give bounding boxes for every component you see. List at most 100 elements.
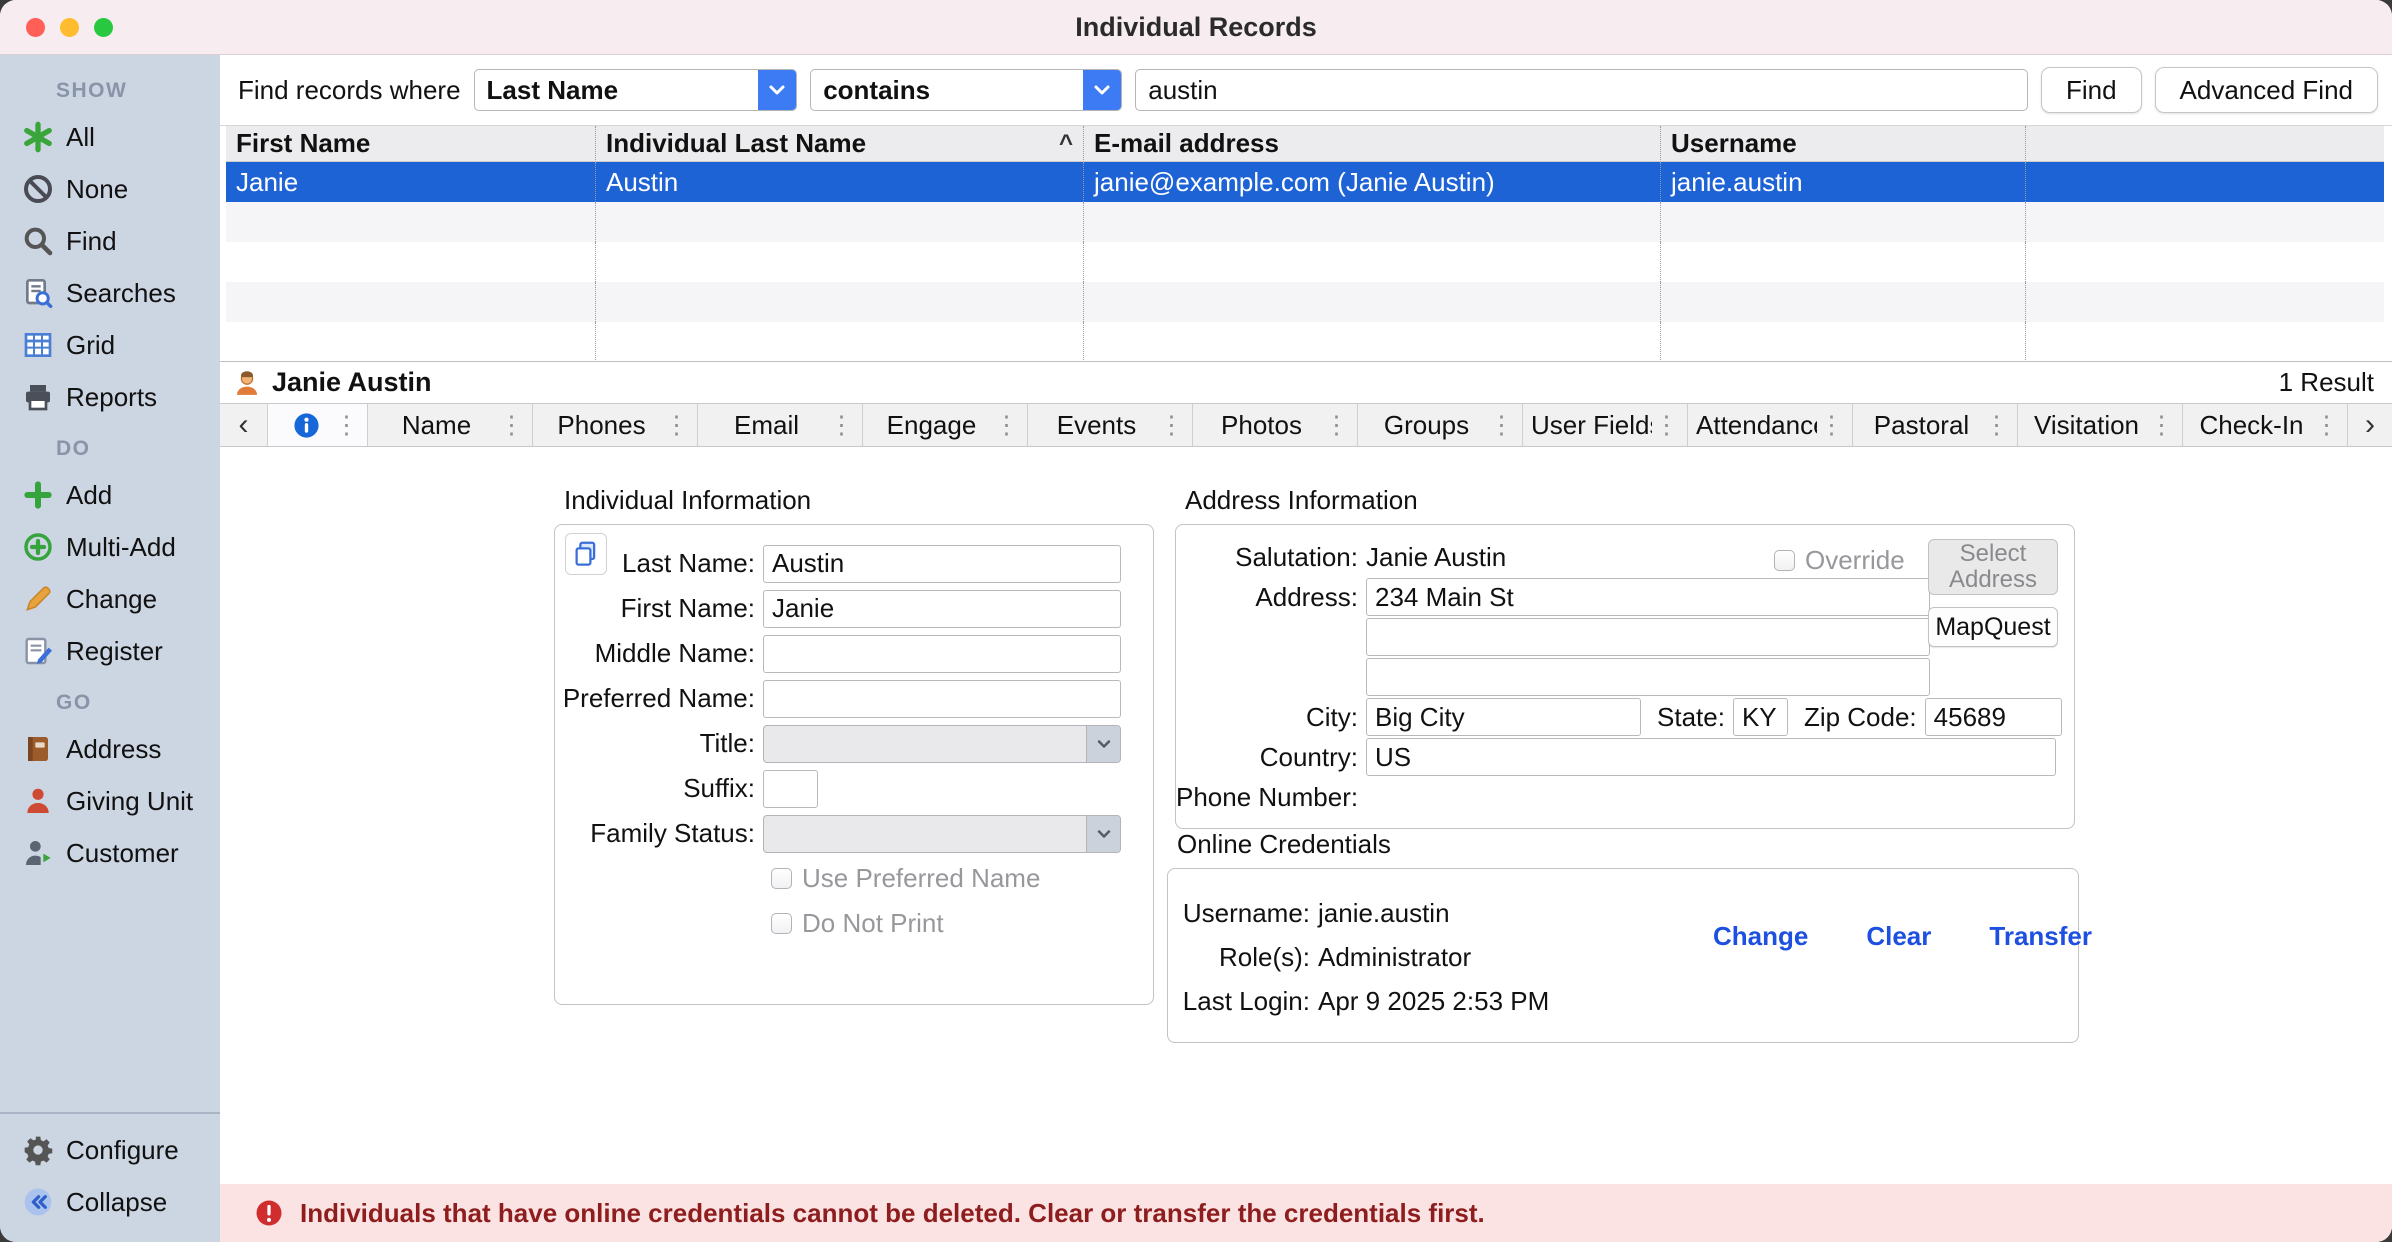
minimize-window-button[interactable] bbox=[60, 18, 79, 37]
first-name-input[interactable] bbox=[763, 590, 1121, 628]
sidebar-item-all[interactable]: All bbox=[0, 111, 220, 163]
tab-attendance[interactable]: Attendance⋮ bbox=[1688, 404, 1853, 446]
chevron-down-icon bbox=[758, 69, 796, 111]
column-header-username[interactable]: Username bbox=[1661, 126, 2026, 162]
sort-asc-icon: ^ bbox=[1059, 130, 1073, 158]
city-input[interactable] bbox=[1366, 698, 1641, 736]
suffix-input[interactable] bbox=[763, 770, 818, 808]
zip-code-input[interactable] bbox=[1925, 698, 2062, 736]
table-empty-row[interactable] bbox=[226, 282, 2384, 322]
phone-number-label: Phone Number: bbox=[1176, 782, 1366, 813]
advanced-find-button[interactable]: Advanced Find bbox=[2155, 67, 2378, 113]
tab-menu-icon[interactable]: ⋮ bbox=[827, 410, 856, 440]
tab-menu-icon[interactable]: ⋮ bbox=[1157, 410, 1186, 440]
tab-menu-icon[interactable]: ⋮ bbox=[497, 410, 526, 440]
select-address-button[interactable]: Select Address bbox=[1928, 539, 2058, 595]
sidebar-item-collapse[interactable]: Collapse bbox=[0, 1176, 220, 1228]
tab-events[interactable]: Events⋮ bbox=[1028, 404, 1193, 446]
tab-engage[interactable]: Engage⋮ bbox=[863, 404, 1028, 446]
tab-menu-icon[interactable]: ⋮ bbox=[662, 410, 691, 440]
warning-text: Individuals that have online credentials… bbox=[300, 1198, 1485, 1229]
last-name-input[interactable] bbox=[763, 545, 1121, 583]
sidebar-section-show: SHOW bbox=[0, 65, 220, 111]
tab-menu-icon[interactable]: ⋮ bbox=[1487, 410, 1516, 440]
change-credentials-link[interactable]: Change bbox=[1713, 921, 1808, 952]
mapquest-button[interactable]: MapQuest bbox=[1928, 607, 2058, 647]
transfer-credentials-link[interactable]: Transfer bbox=[1989, 921, 2092, 952]
column-header-last-name[interactable]: Individual Last Name^ bbox=[596, 126, 1084, 162]
preferred-name-input[interactable] bbox=[763, 680, 1121, 718]
address-line2-input[interactable] bbox=[1366, 618, 1930, 656]
online-credentials-group: Online Credentials Username: janie.austi… bbox=[1167, 829, 2079, 1043]
cell-first-name: Janie bbox=[226, 162, 596, 202]
cell-username: janie.austin bbox=[1661, 162, 2026, 202]
find-button[interactable]: Find bbox=[2041, 67, 2142, 113]
tabs-scroll-right-button[interactable]: › bbox=[2348, 404, 2392, 446]
sidebar-item-find[interactable]: Find bbox=[0, 215, 220, 267]
sidebar-item-multi-add[interactable]: Multi-Add bbox=[0, 521, 220, 573]
sidebar-item-configure[interactable]: Configure bbox=[0, 1124, 220, 1176]
tab-photos[interactable]: Photos⋮ bbox=[1193, 404, 1358, 446]
tab-email[interactable]: Email⋮ bbox=[698, 404, 863, 446]
sidebar-item-reports[interactable]: Reports bbox=[0, 371, 220, 423]
table-empty-row[interactable] bbox=[226, 202, 2384, 242]
sidebar-item-label: All bbox=[66, 122, 95, 153]
tab-menu-icon[interactable]: ⋮ bbox=[2147, 410, 2176, 440]
sidebar-item-none[interactable]: None bbox=[0, 163, 220, 215]
tab-name[interactable]: Name⋮ bbox=[368, 404, 533, 446]
group-title: Address Information bbox=[1175, 485, 2075, 516]
zoom-window-button[interactable] bbox=[94, 18, 113, 37]
override-control: Override bbox=[1774, 545, 1905, 576]
middle-name-input[interactable] bbox=[763, 635, 1121, 673]
tab-menu-icon[interactable]: ⋮ bbox=[1817, 410, 1846, 440]
table-empty-row[interactable] bbox=[226, 242, 2384, 282]
address-line3-input[interactable] bbox=[1366, 658, 1930, 696]
field-select[interactable]: Last Name bbox=[474, 69, 798, 111]
pencil-icon bbox=[22, 583, 54, 615]
tab-menu-icon[interactable]: ⋮ bbox=[1982, 410, 2011, 440]
address-line1-input[interactable] bbox=[1366, 578, 1930, 616]
tab-info[interactable]: ⋮ bbox=[268, 404, 368, 446]
tab-menu-icon[interactable]: ⋮ bbox=[2312, 410, 2341, 440]
operator-select[interactable]: contains bbox=[810, 69, 1122, 111]
tab-menu-icon[interactable]: ⋮ bbox=[1322, 410, 1351, 440]
circle-plus-icon bbox=[22, 531, 54, 563]
tab-user-fields[interactable]: User Fields⋮ bbox=[1523, 404, 1688, 446]
sidebar-item-label: Searches bbox=[66, 278, 176, 309]
family-status-select[interactable] bbox=[763, 815, 1121, 853]
sidebar-item-address[interactable]: Address bbox=[0, 723, 220, 775]
table-empty-row[interactable] bbox=[226, 322, 2384, 361]
column-header-first-name[interactable]: First Name bbox=[226, 126, 596, 162]
override-checkbox[interactable] bbox=[1774, 550, 1795, 571]
sidebar-item-change[interactable]: Change bbox=[0, 573, 220, 625]
salutation-value: Janie Austin bbox=[1366, 542, 1506, 573]
tab-pastoral[interactable]: Pastoral⋮ bbox=[1853, 404, 2018, 446]
use-preferred-name-checkbox[interactable] bbox=[771, 868, 792, 889]
close-window-button[interactable] bbox=[26, 18, 45, 37]
state-input[interactable] bbox=[1733, 698, 1788, 736]
do-not-print-checkbox[interactable] bbox=[771, 913, 792, 934]
tab-phones[interactable]: Phones⋮ bbox=[533, 404, 698, 446]
tabs-scroll-left-button[interactable]: ‹ bbox=[220, 404, 268, 446]
tab-menu-icon[interactable]: ⋮ bbox=[992, 410, 1021, 440]
sidebar-item-add[interactable]: Add bbox=[0, 469, 220, 521]
copy-button[interactable] bbox=[565, 533, 607, 575]
tab-menu-icon[interactable]: ⋮ bbox=[1652, 410, 1681, 440]
field-select-value: Last Name bbox=[475, 75, 759, 106]
title-select[interactable] bbox=[763, 725, 1121, 763]
clear-credentials-link[interactable]: Clear bbox=[1866, 921, 1931, 952]
sidebar-item-register[interactable]: Register bbox=[0, 625, 220, 677]
sidebar-item-searches[interactable]: Searches bbox=[0, 267, 220, 319]
column-header-email[interactable]: E-mail address bbox=[1084, 126, 1661, 162]
tab-menu-icon[interactable]: ⋮ bbox=[332, 410, 361, 440]
sidebar-footer: Configure Collapse bbox=[0, 1112, 220, 1242]
tab-visitation[interactable]: Visitation⋮ bbox=[2018, 404, 2183, 446]
sidebar-item-giving-unit[interactable]: Giving Unit bbox=[0, 775, 220, 827]
tab-groups[interactable]: Groups⋮ bbox=[1358, 404, 1523, 446]
country-input[interactable] bbox=[1366, 738, 2056, 776]
sidebar-item-grid[interactable]: Grid bbox=[0, 319, 220, 371]
table-row[interactable]: Janie Austin janie@example.com (Janie Au… bbox=[226, 162, 2384, 202]
tab-check-in[interactable]: Check-In⋮ bbox=[2183, 404, 2348, 446]
search-input[interactable] bbox=[1135, 69, 2028, 111]
sidebar-item-customer[interactable]: Customer bbox=[0, 827, 220, 879]
